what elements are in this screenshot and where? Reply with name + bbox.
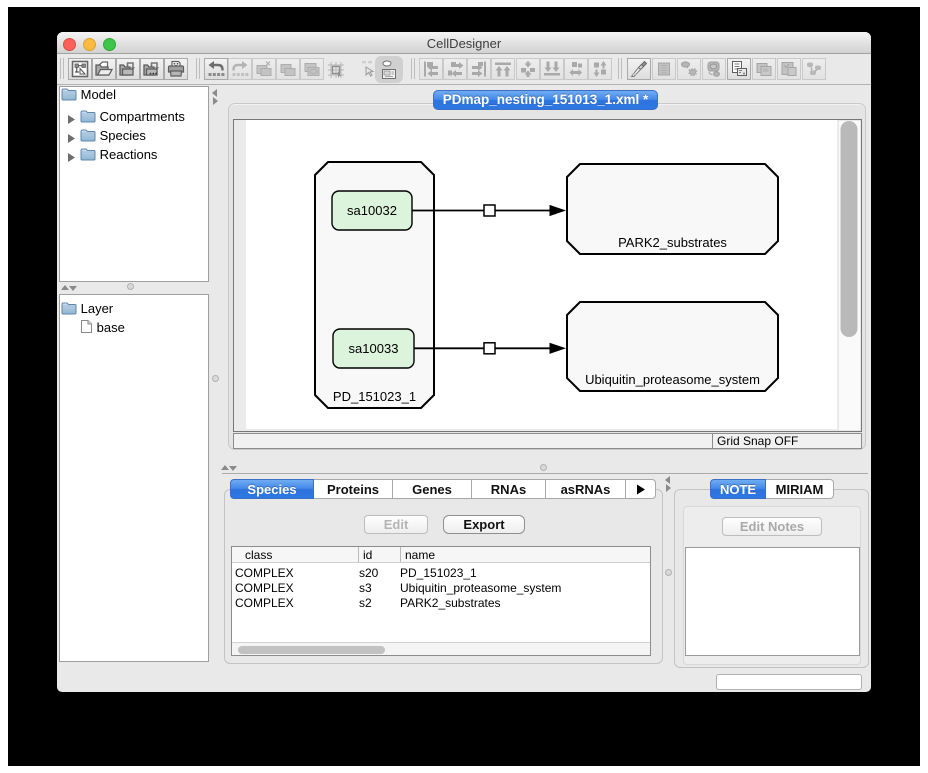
svg-text:Ubiquitin_proteasome_system: Ubiquitin_proteasome_system <box>585 372 760 387</box>
svg-text:sa10032: sa10032 <box>347 203 397 218</box>
svg-text:PARK2_substrates: PARK2_substrates <box>618 235 727 250</box>
svg-text:PD_151023_1: PD_151023_1 <box>333 389 416 404</box>
svg-text:sa10033: sa10033 <box>349 341 399 356</box>
